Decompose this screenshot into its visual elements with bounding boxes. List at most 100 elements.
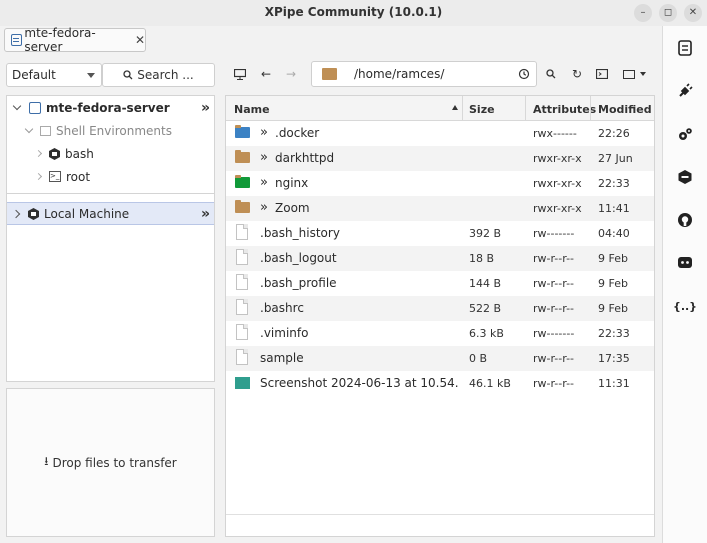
search-button[interactable] xyxy=(543,66,559,82)
connection-search-input[interactable]: Search ... xyxy=(102,63,215,87)
file-name: .viminfo xyxy=(260,326,309,340)
terminal-open-button[interactable] xyxy=(594,66,610,82)
open-browser-icon[interactable]: » xyxy=(201,100,210,116)
tab-mte-fedora-server[interactable]: mte-fedora-server ✕ xyxy=(4,26,146,54)
chevron-down-icon xyxy=(639,72,646,76)
file-icon xyxy=(236,349,248,365)
chevron-right-icon[interactable] xyxy=(11,209,21,218)
forward-button[interactable]: → xyxy=(283,66,299,82)
close-window-button[interactable]: ✕ xyxy=(684,4,702,22)
chevron-down-icon[interactable] xyxy=(12,101,22,111)
table-row[interactable]: Screenshot 2024-06-13 at 10.54.12.png 46.… xyxy=(226,371,654,396)
file-table-header: Name Size Attributes Modified xyxy=(226,96,654,121)
file-attributes: rwxr-xr-x xyxy=(533,152,582,165)
api-icon[interactable]: {..} xyxy=(673,297,697,315)
file-modified: 11:41 xyxy=(598,202,630,215)
sort-ascending-icon[interactable] xyxy=(452,105,458,110)
column-separator[interactable] xyxy=(525,96,526,121)
file-name: .bash_logout xyxy=(260,251,337,265)
search-icon xyxy=(123,70,133,80)
search-placeholder: Search ... xyxy=(137,68,194,82)
file-size: 46.1 kB xyxy=(469,377,511,390)
category-filter-select[interactable]: Default xyxy=(6,63,102,87)
tree-item-bash[interactable]: bash xyxy=(7,142,214,165)
file-modified: 04:40 xyxy=(598,227,630,240)
file-name: sample xyxy=(260,351,304,365)
github-icon[interactable] xyxy=(676,211,694,229)
tree-item-label: mte-fedora-server xyxy=(46,100,170,115)
column-header-attributes[interactable]: Attributes xyxy=(533,103,596,116)
file-attributes: rw-r--r-- xyxy=(533,352,575,365)
plugin-icon[interactable] xyxy=(676,82,694,100)
folder-outline-icon xyxy=(622,69,635,79)
table-row[interactable]: .viminfo 6.3 kB rw------- 22:33 xyxy=(226,321,654,346)
arrow-right-icon: → xyxy=(285,67,297,81)
tree-item-root[interactable]: >_ root xyxy=(7,165,214,188)
column-separator[interactable] xyxy=(462,96,463,121)
table-row[interactable]: .bashrc 522 B rw-r--r-- 9 Feb xyxy=(226,296,654,321)
file-table-footer xyxy=(226,514,654,536)
table-row[interactable]: .bash_history 392 B rw------- 04:40 xyxy=(226,221,654,246)
table-row[interactable]: » .docker rwx------ 22:26 xyxy=(226,121,654,146)
monitor-icon xyxy=(234,68,246,80)
link-icon: » xyxy=(260,175,268,190)
table-row[interactable]: » darkhttpd rwxr-xr-x 27 Jun xyxy=(226,146,654,171)
file-icon xyxy=(236,249,248,265)
file-modified: 11:31 xyxy=(598,377,630,390)
table-row[interactable]: sample 0 B rw-r--r-- 17:35 xyxy=(226,346,654,371)
file-modified: 22:33 xyxy=(598,327,630,340)
terminal-icon xyxy=(596,69,608,79)
pro-icon[interactable] xyxy=(676,168,694,186)
tab-strip: mte-fedora-server ✕ xyxy=(0,26,662,56)
tab-close-button[interactable]: ✕ xyxy=(135,33,145,47)
refresh-button[interactable]: ↻ xyxy=(569,66,585,82)
file-name: nginx xyxy=(275,176,309,190)
tree-item-local-machine[interactable]: Local Machine » xyxy=(7,202,214,225)
file-icon xyxy=(236,299,248,315)
column-header-modified[interactable]: Modified xyxy=(598,103,652,116)
new-menu-button[interactable] xyxy=(621,66,647,82)
open-browser-icon[interactable]: » xyxy=(201,206,210,222)
path-bar[interactable]: /home/ramces/ xyxy=(311,61,537,87)
browser-icon[interactable] xyxy=(676,39,694,57)
path-input[interactable]: /home/ramces/ xyxy=(354,67,444,81)
settings-icon[interactable] xyxy=(676,125,694,143)
refresh-icon: ↻ xyxy=(571,67,583,81)
terminal-icon: >_ xyxy=(49,171,61,182)
file-icon xyxy=(236,324,248,340)
table-row[interactable]: .bash_logout 18 B rw-r--r-- 9 Feb xyxy=(226,246,654,271)
back-button[interactable]: ← xyxy=(258,66,274,82)
category-filter-value: Default xyxy=(12,68,56,82)
file-name: darkhttpd xyxy=(275,151,335,165)
file-attributes: rw-r--r-- xyxy=(533,277,575,290)
bash-icon xyxy=(49,147,60,160)
file-modified: 27 Jun xyxy=(598,152,633,165)
column-separator[interactable] xyxy=(590,96,591,121)
tree-item-shell-environments[interactable]: Shell Environments xyxy=(7,119,214,142)
discord-icon[interactable] xyxy=(676,254,694,272)
chevron-right-icon[interactable] xyxy=(34,172,43,181)
right-sidebar: {..} xyxy=(662,26,707,543)
column-header-name[interactable]: Name xyxy=(234,103,270,116)
file-name: .bashrc xyxy=(260,301,304,315)
window-title: XPipe Community (10.0.1) xyxy=(264,5,443,19)
chevron-down-icon[interactable] xyxy=(24,124,34,134)
file-attributes: rw-r--r-- xyxy=(533,302,575,315)
file-attributes: rw------- xyxy=(533,227,575,240)
file-icon xyxy=(236,224,248,240)
table-row[interactable]: » Zoom rwxr-xr-x 11:41 xyxy=(226,196,654,221)
transfer-drop-zone[interactable]: ⭳ Drop files to transfer xyxy=(6,388,215,537)
history-icon[interactable] xyxy=(518,68,530,80)
table-row[interactable]: .bash_profile 144 B rw-r--r-- 9 Feb xyxy=(226,271,654,296)
chevron-right-icon[interactable] xyxy=(34,149,43,158)
folder-icon xyxy=(235,150,250,163)
table-row[interactable]: » nginx rwxr-xr-x 22:33 xyxy=(226,171,654,196)
column-header-size[interactable]: Size xyxy=(469,103,495,116)
tree-item-label: Shell Environments xyxy=(56,123,172,138)
tree-item-mte-fedora-server[interactable]: mte-fedora-server » xyxy=(7,96,214,119)
file-attributes: rw-r--r-- xyxy=(533,252,575,265)
window-titlebar: XPipe Community (10.0.1) – ◻ ✕ xyxy=(0,0,707,26)
terminal-button[interactable] xyxy=(232,66,248,82)
maximize-button[interactable]: ◻ xyxy=(659,4,677,22)
minimize-button[interactable]: – xyxy=(634,4,652,22)
